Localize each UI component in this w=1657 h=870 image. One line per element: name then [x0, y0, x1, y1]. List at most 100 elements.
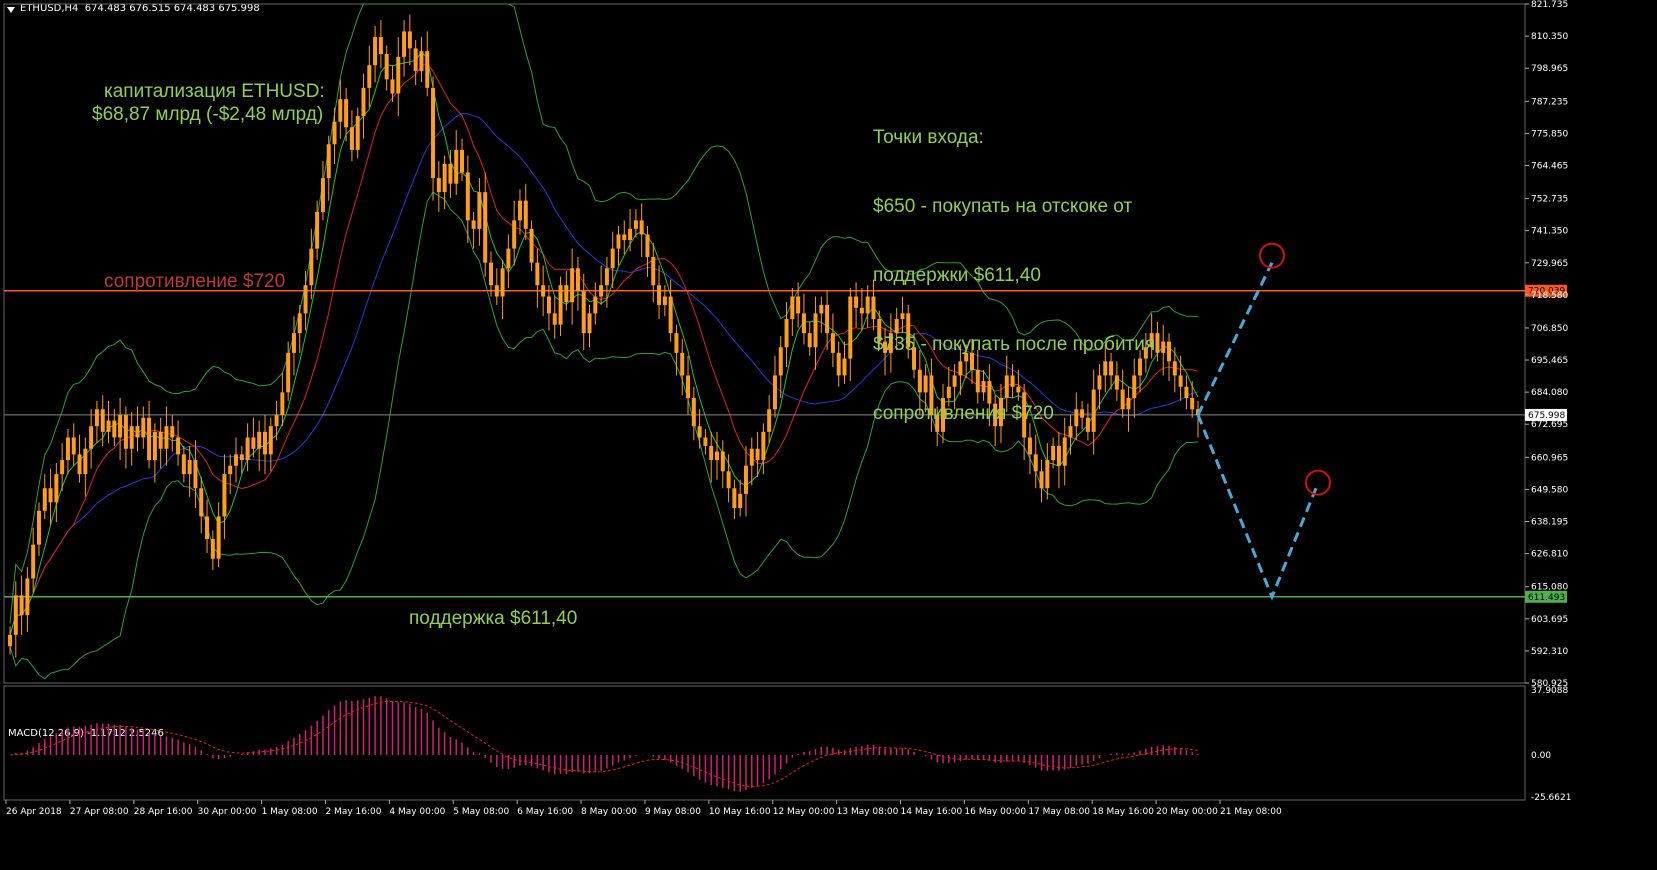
candle-body — [332, 121, 337, 145]
candle-body — [610, 248, 615, 269]
candle-body — [581, 290, 586, 334]
x-tick-label: 21 May 08:00 — [1220, 807, 1282, 817]
candle-body — [1045, 460, 1050, 489]
candle-body — [274, 414, 279, 427]
candle-body — [71, 437, 76, 455]
candle-body — [726, 471, 731, 489]
candle-body — [633, 220, 638, 229]
candle-body — [801, 313, 806, 334]
price-chart[interactable]: 720.039675.998611.493 821.735810.350798.… — [0, 0, 1657, 870]
x-tick-label: 20 May 00:00 — [1156, 807, 1218, 817]
candle-body — [500, 268, 505, 297]
candle-body — [604, 268, 609, 286]
x-tick-label: 30 Apr 00:00 — [198, 807, 257, 817]
candle-body — [535, 262, 540, 286]
x-tick-label: 12 May 00:00 — [773, 807, 835, 817]
candle-body — [743, 465, 748, 494]
candle-body — [813, 313, 818, 348]
candle-body — [384, 54, 389, 80]
candle-body — [349, 127, 354, 150]
candle-body — [1190, 398, 1195, 410]
cap-value: $68,87 млрд (-$2,48 млрд) — [92, 104, 324, 125]
candle-body — [564, 285, 569, 303]
x-tick-label: 5 May 08:00 — [453, 807, 509, 817]
candle-body — [575, 268, 580, 291]
candle-body — [488, 262, 493, 286]
candle-body — [245, 437, 250, 461]
y-tick-label: 672.695 — [1531, 420, 1568, 430]
x-tick-label: 18 May 16:00 — [1092, 807, 1154, 817]
candle-body — [732, 488, 737, 508]
entry-line: сопротивления $720 — [873, 403, 1054, 424]
candle-body — [523, 200, 528, 229]
candle-body — [13, 595, 18, 635]
candle-body — [147, 417, 152, 461]
candle-body — [865, 296, 870, 314]
candle-body — [772, 375, 777, 410]
candle-body — [796, 296, 801, 314]
candle-body — [31, 544, 36, 579]
candle-body — [367, 65, 372, 88]
entry-points-annotation: Точки входа: $650 - покупать на отскоке … — [873, 80, 1155, 448]
candle-body — [483, 192, 488, 263]
candle-body — [1033, 454, 1038, 472]
candle-body — [842, 358, 847, 376]
candle-body — [622, 234, 627, 241]
x-tick-label: 27 Apr 08:00 — [70, 807, 129, 817]
candle-body — [657, 285, 662, 305]
candle-body — [761, 431, 766, 461]
candle-body — [587, 313, 592, 334]
candle-body — [205, 516, 210, 539]
candle-body — [280, 392, 285, 415]
entry-line: $650 - покупать на отскоке от — [873, 196, 1133, 217]
capitalization-annotation: капитализация ETHUSD: $68,87 млрд (-$2,48… — [92, 80, 325, 126]
candle-body — [599, 285, 604, 297]
y-tick-label: 660.965 — [1531, 453, 1568, 463]
y-tick-label: 718.580 — [1531, 291, 1568, 301]
macd-axis-label: 0.00 — [1531, 751, 1551, 761]
candle-body — [320, 178, 325, 212]
candle-body — [442, 163, 447, 193]
x-tick-label: 9 May 08:00 — [645, 807, 701, 817]
candle-body — [106, 420, 111, 432]
candle-body — [176, 437, 181, 455]
entry-line: $735 - покупать после пробития — [873, 334, 1156, 355]
y-tick-label: 775.850 — [1531, 129, 1568, 139]
candle-body — [819, 304, 824, 314]
candle-body — [674, 333, 679, 353]
candle-body — [315, 211, 320, 249]
candle-body — [181, 454, 186, 475]
candle-body — [680, 352, 685, 376]
y-tick-label: 626.810 — [1531, 550, 1568, 560]
candle-body — [65, 437, 70, 461]
x-tick-label: 16 May 00:00 — [964, 807, 1026, 817]
candle-body — [89, 426, 94, 449]
candle-body — [8, 634, 12, 647]
resistance-annotation: сопротивление $720 — [104, 271, 286, 292]
candle-body — [691, 398, 696, 427]
candle-body — [517, 200, 522, 221]
y-tick-label: 684.080 — [1531, 388, 1568, 398]
entry-line: поддержки $611,40 — [873, 265, 1041, 286]
candle-body — [836, 352, 841, 376]
candle-body — [257, 431, 262, 449]
candle-body — [471, 220, 476, 229]
candle-body — [419, 51, 424, 71]
candle-body — [460, 149, 465, 173]
candle-body — [830, 333, 835, 353]
y-tick-label: 764.465 — [1531, 161, 1568, 171]
candle-body — [784, 319, 789, 348]
candle-body — [431, 87, 436, 179]
candle-body — [529, 228, 534, 263]
candle-body — [390, 79, 395, 94]
candle-body — [645, 234, 650, 258]
candle-body — [286, 352, 291, 393]
candle-body — [854, 296, 859, 308]
x-tick-label: 4 May 00:00 — [389, 807, 445, 817]
candle-body — [378, 37, 383, 55]
forecast-up-path — [1196, 262, 1274, 416]
candle-body — [755, 448, 760, 461]
candle-body — [234, 454, 239, 466]
candle-body — [1039, 471, 1044, 489]
candle-body — [448, 163, 453, 184]
